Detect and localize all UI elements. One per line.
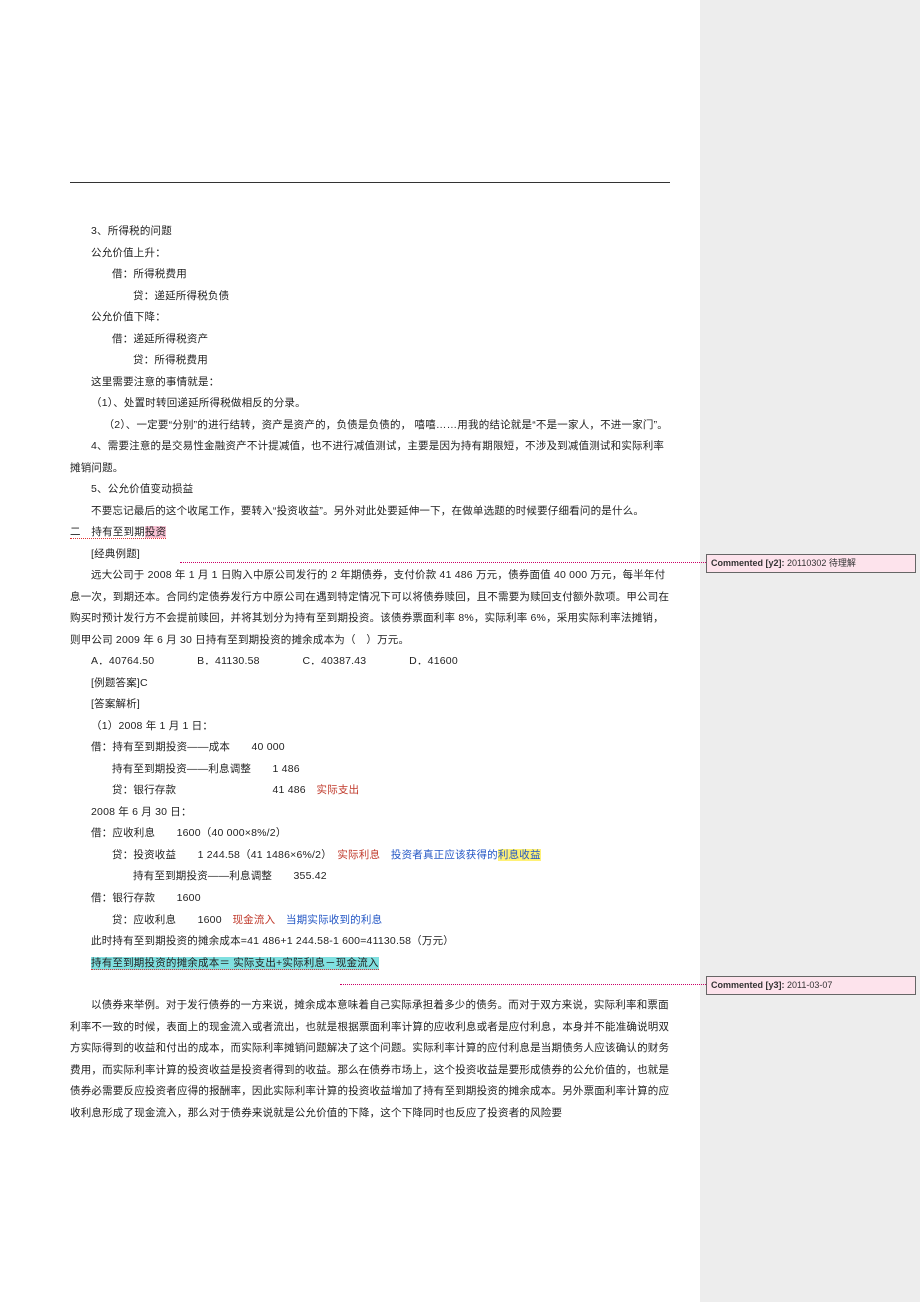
entry-text: 贷：应收利息 1600 — [112, 914, 222, 926]
entry-text: 贷：投资收益 1 244.58（41 1486×6%/2） — [112, 849, 327, 861]
para: 这里需要注意的事情就是： — [70, 372, 670, 394]
annot-red: 实际利息 — [337, 849, 380, 861]
para-formula: 持有至到期投资的摊余成本＝ 实际支出+实际利息－现金流入 — [70, 953, 670, 975]
para: （2）、一定要“分别”的进行结转，资产是资产的，负债是负债的， 嘻嘻……用我的结… — [70, 415, 670, 437]
formula-highlight: 持有至到期投资的摊余成本＝ 实际支出+实际利息－现金流入 — [91, 957, 379, 970]
comments-sidebar — [700, 0, 920, 1302]
opt-a: A．40764.50 — [91, 655, 154, 667]
comment-balloon-1[interactable]: Commented [y2]: 20110302 待理解 — [706, 554, 916, 573]
section-heading-2: 二 持有至到期投资 — [70, 522, 670, 544]
para: （1）2008 年 1 月 1 日： — [70, 716, 670, 738]
annot-red: 现金流入 — [232, 914, 275, 926]
opt-c: C．40387.43 — [302, 655, 366, 667]
comment-leader-2 — [340, 984, 706, 985]
para: 公允价值下降： — [70, 307, 670, 329]
opt-b: B．41130.58 — [197, 655, 260, 667]
header-rule — [70, 182, 670, 183]
comment-text: 20110302 待理解 — [785, 558, 856, 568]
sec2-text-b: 投资 — [145, 526, 166, 538]
opt-d: D．41600 — [409, 655, 458, 667]
document-body: 3、所得税的问题 公允价值上升： 借：所得税费用 贷：递延所得税负债 公允价值下… — [70, 221, 670, 1124]
para: 4、需要注意的是交易性金融资产不计提减值，也不进行减值测试，主要是因为持有期限短… — [70, 436, 670, 479]
comment-balloon-2[interactable]: Commented [y3]: 2011-03-07 — [706, 976, 916, 995]
annot-highlight: 利息收益 — [498, 849, 541, 861]
para: 贷：应收利息 1600 现金流入 当期实际收到的利息 — [70, 910, 670, 932]
annot-blue: 当期实际收到的利息 — [286, 914, 382, 926]
para: 5、公允价值变动损益 — [70, 479, 670, 501]
para: 公允价值上升： — [70, 243, 670, 265]
annot-blue: 投资者真正应该获得的 — [391, 849, 498, 861]
answer-options: A．40764.50 B．41130.58 C．40387.43 D．41600 — [70, 651, 670, 673]
para: 持有至到期投资——利息调整 355.42 — [70, 866, 670, 888]
para: 不要忘记最后的这个收尾工作，要转入“投资收益”。另外对此处要延伸一下，在做单选题… — [70, 501, 670, 523]
annot-red: 实际支出 — [317, 784, 360, 796]
para: 持有至到期投资——利息调整 1 486 — [70, 759, 670, 781]
para: 借：持有至到期投资——成本 40 000 — [70, 737, 670, 759]
para: [答案解析] — [70, 694, 670, 716]
comment-text: 2011-03-07 — [785, 980, 833, 990]
para: （1）、处置时转回递延所得税做相反的分录。 — [70, 393, 670, 415]
comment-label: Commented [y3]: — [711, 980, 785, 990]
para: 贷：银行存款 41 486 实际支出 — [70, 780, 670, 802]
para: 借：应收利息 1600（40 000×8%/2） — [70, 823, 670, 845]
para: 贷：投资收益 1 244.58（41 1486×6%/2） 实际利息 投资者真正… — [70, 845, 670, 867]
para: 借：所得税费用 — [70, 264, 670, 286]
para: 借：递延所得税资产 — [70, 329, 670, 351]
para: 3、所得税的问题 — [70, 221, 670, 243]
para: 此时持有至到期投资的摊余成本=41 486+1 244.58-1 600=411… — [70, 931, 670, 953]
para: 远大公司于 2008 年 1 月 1 日购入中原公司发行的 2 年期债券，支付价… — [70, 565, 670, 651]
comment-leader-1 — [180, 562, 706, 563]
para: 贷：所得税费用 — [70, 350, 670, 372]
sec2-text-a: 二 持有至到期 — [70, 526, 145, 538]
para: 以债券来举例。对于发行债券的一方来说，摊余成本意味着自己实际承担着多少的债务。而… — [70, 995, 670, 1124]
para: 贷：递延所得税负债 — [70, 286, 670, 308]
para: 借：银行存款 1600 — [70, 888, 670, 910]
comment-label: Commented [y2]: — [711, 558, 785, 568]
entry-text: 贷：银行存款 41 486 — [112, 784, 306, 796]
document-page: 3、所得税的问题 公允价值上升： 借：所得税费用 贷：递延所得税负债 公允价值下… — [0, 0, 700, 1302]
para: [例题答案]C — [70, 673, 670, 695]
para: 2008 年 6 月 30 日： — [70, 802, 670, 824]
